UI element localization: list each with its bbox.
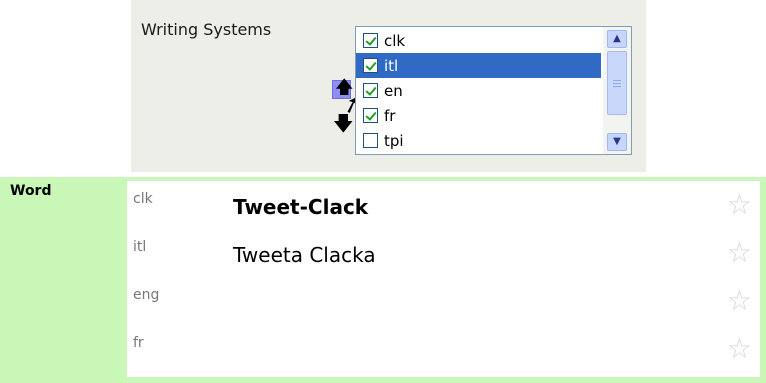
star-icon[interactable]: ☆ xyxy=(727,287,752,315)
scroll-up-button[interactable]: ▲ xyxy=(607,30,627,48)
word-line-clk[interactable]: clk Tweet-Clack ☆ xyxy=(127,181,760,229)
word-line-eng[interactable]: eng ☆ xyxy=(127,277,760,325)
word-value-input[interactable]: Tweeta Clacka xyxy=(233,243,376,267)
checkbox[interactable] xyxy=(363,108,378,123)
writing-systems-list[interactable]: clk itl en fr tpi ▲ ▼ xyxy=(355,26,632,155)
ws-code-label: fr xyxy=(133,335,144,351)
star-icon[interactable]: ☆ xyxy=(727,335,752,363)
word-field-label: Word xyxy=(10,183,52,199)
checkbox[interactable] xyxy=(363,133,378,148)
list-item[interactable]: clk xyxy=(356,28,601,53)
writing-system-code: tpi xyxy=(384,131,404,150)
checkbox[interactable] xyxy=(363,58,378,73)
list-item[interactable]: tpi xyxy=(356,128,601,153)
writing-system-code: clk xyxy=(384,31,406,50)
word-line-fr[interactable]: fr ☆ xyxy=(127,325,760,373)
vertical-scrollbar[interactable]: ▲ ▼ xyxy=(603,27,631,154)
list-item[interactable]: fr xyxy=(356,103,601,128)
writing-systems-label: Writing Systems xyxy=(141,20,272,39)
star-icon[interactable]: ☆ xyxy=(727,191,752,219)
writing-system-code: fr xyxy=(384,106,396,125)
ws-code-label: itl xyxy=(133,239,147,255)
scroll-down-button[interactable]: ▼ xyxy=(607,133,627,151)
scrollbar-thumb[interactable] xyxy=(607,51,627,115)
ws-code-label: clk xyxy=(133,191,153,207)
word-value-input[interactable]: Tweet-Clack xyxy=(233,195,368,219)
checkbox[interactable] xyxy=(363,83,378,98)
word-line-itl[interactable]: itl Tweeta Clacka ☆ xyxy=(127,229,760,277)
writing-system-code: itl xyxy=(384,56,399,75)
star-icon[interactable]: ☆ xyxy=(727,239,752,267)
checkbox[interactable] xyxy=(363,33,378,48)
word-field-editor: clk Tweet-Clack ☆ itl Tweeta Clacka ☆ en… xyxy=(127,181,760,377)
list-item-selected[interactable]: itl xyxy=(356,53,601,78)
writing-system-code: en xyxy=(384,81,403,100)
ws-code-label: eng xyxy=(133,287,160,303)
list-item[interactable]: en xyxy=(356,78,601,103)
